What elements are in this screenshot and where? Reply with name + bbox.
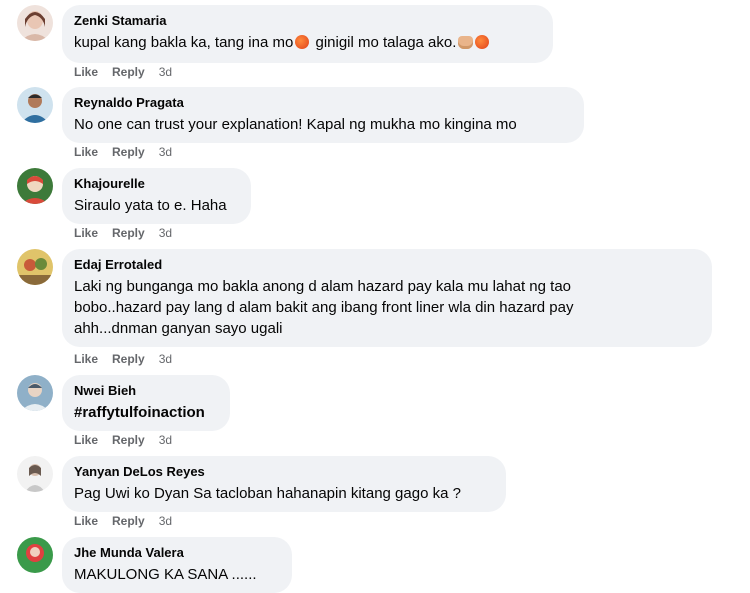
- comment-author[interactable]: Zenki Stamaria: [74, 13, 541, 29]
- comment-hashtag[interactable]: #raffytulfoinaction: [74, 402, 218, 423]
- like-button[interactable]: Like: [74, 225, 98, 241]
- comment-actions: Like Reply 3d: [74, 513, 172, 529]
- avatar[interactable]: [17, 249, 53, 285]
- timestamp[interactable]: 3d: [159, 225, 172, 241]
- timestamp[interactable]: 3d: [159, 432, 172, 448]
- comment-text: MAKULONG KA SANA ......: [74, 566, 257, 583]
- like-button[interactable]: Like: [74, 64, 98, 80]
- comment-bubble: Reynaldo Pragata No one can trust your e…: [62, 87, 584, 143]
- avatar[interactable]: [17, 87, 53, 123]
- comment-author[interactable]: Nwei Bieh: [74, 383, 218, 399]
- comment-bubble: Khajourelle Siraulo yata to e. Haha: [62, 168, 251, 224]
- comment-actions: Like Reply 3d: [74, 144, 172, 160]
- comment-bubble: Nwei Bieh #raffytulfoinaction: [62, 375, 230, 431]
- reply-button[interactable]: Reply: [112, 144, 145, 160]
- comment-text-line: Laki ng bunganga mo bakla anong d alam h…: [74, 278, 572, 295]
- comment-author[interactable]: Reynaldo Pragata: [74, 95, 572, 111]
- like-button[interactable]: Like: [74, 432, 98, 448]
- comment-author[interactable]: Khajourelle: [74, 176, 239, 192]
- comment-text: Laki ng bunganga mo bakla anong d alam h…: [74, 276, 700, 339]
- timestamp[interactable]: 3d: [159, 351, 172, 367]
- comment-text: kupal kang bakla ka, tang ina mo ginigil…: [74, 32, 541, 53]
- timestamp[interactable]: 3d: [159, 513, 172, 529]
- avatar[interactable]: [17, 375, 53, 411]
- reply-button[interactable]: Reply: [112, 225, 145, 241]
- avatar[interactable]: [17, 5, 53, 41]
- comment-author[interactable]: Yanyan DeLos Reyes: [74, 464, 494, 480]
- comment-actions: Like Reply 3d: [74, 225, 172, 241]
- avatar[interactable]: [17, 168, 53, 204]
- comment-bubble: Jhe Munda Valera MAKULONG KA SANA ......: [62, 537, 292, 593]
- like-button[interactable]: Like: [74, 351, 98, 367]
- angry-face-icon: [475, 35, 490, 49]
- reply-button[interactable]: Reply: [112, 351, 145, 367]
- comment-bubble: Zenki Stamaria kupal kang bakla ka, tang…: [62, 5, 553, 63]
- angry-face-icon: [295, 35, 310, 49]
- like-button[interactable]: Like: [74, 513, 98, 529]
- comment-text: No one can trust your explanation! Kapal…: [74, 116, 517, 133]
- comment-bubble: Yanyan DeLos Reyes Pag Uwi ko Dyan Sa ta…: [62, 456, 506, 512]
- timestamp[interactable]: 3d: [159, 64, 172, 80]
- reply-button[interactable]: Reply: [112, 513, 145, 529]
- comment-text: Siraulo yata to e. Haha: [74, 197, 227, 214]
- avatar[interactable]: [17, 456, 53, 492]
- like-button[interactable]: Like: [74, 144, 98, 160]
- comment-bubble: Edaj Errotaled Laki ng bunganga mo bakla…: [62, 249, 712, 347]
- comment-actions: Like Reply 3d: [74, 432, 172, 448]
- comment-text-part: ginigil mo talaga ako.: [311, 34, 457, 51]
- comment-author[interactable]: Jhe Munda Valera: [74, 545, 280, 561]
- comment-actions: Like Reply 3d: [74, 351, 172, 367]
- timestamp[interactable]: 3d: [159, 144, 172, 160]
- reply-button[interactable]: Reply: [112, 64, 145, 80]
- avatar[interactable]: [17, 537, 53, 573]
- fist-icon: [458, 36, 474, 49]
- comment-actions: Like Reply 3d: [74, 64, 172, 80]
- comment-text-line: bobo..hazard pay lang d alam bakit ang i…: [74, 299, 574, 316]
- reply-button[interactable]: Reply: [112, 432, 145, 448]
- comment-text-part: kupal kang bakla ka, tang ina mo: [74, 34, 294, 51]
- comment-text: Pag Uwi ko Dyan Sa tacloban hahanapin ki…: [74, 485, 461, 502]
- comment-author[interactable]: Edaj Errotaled: [74, 257, 700, 273]
- comment-text-line: ahh...dnman ganyan sayo ugali: [74, 320, 283, 337]
